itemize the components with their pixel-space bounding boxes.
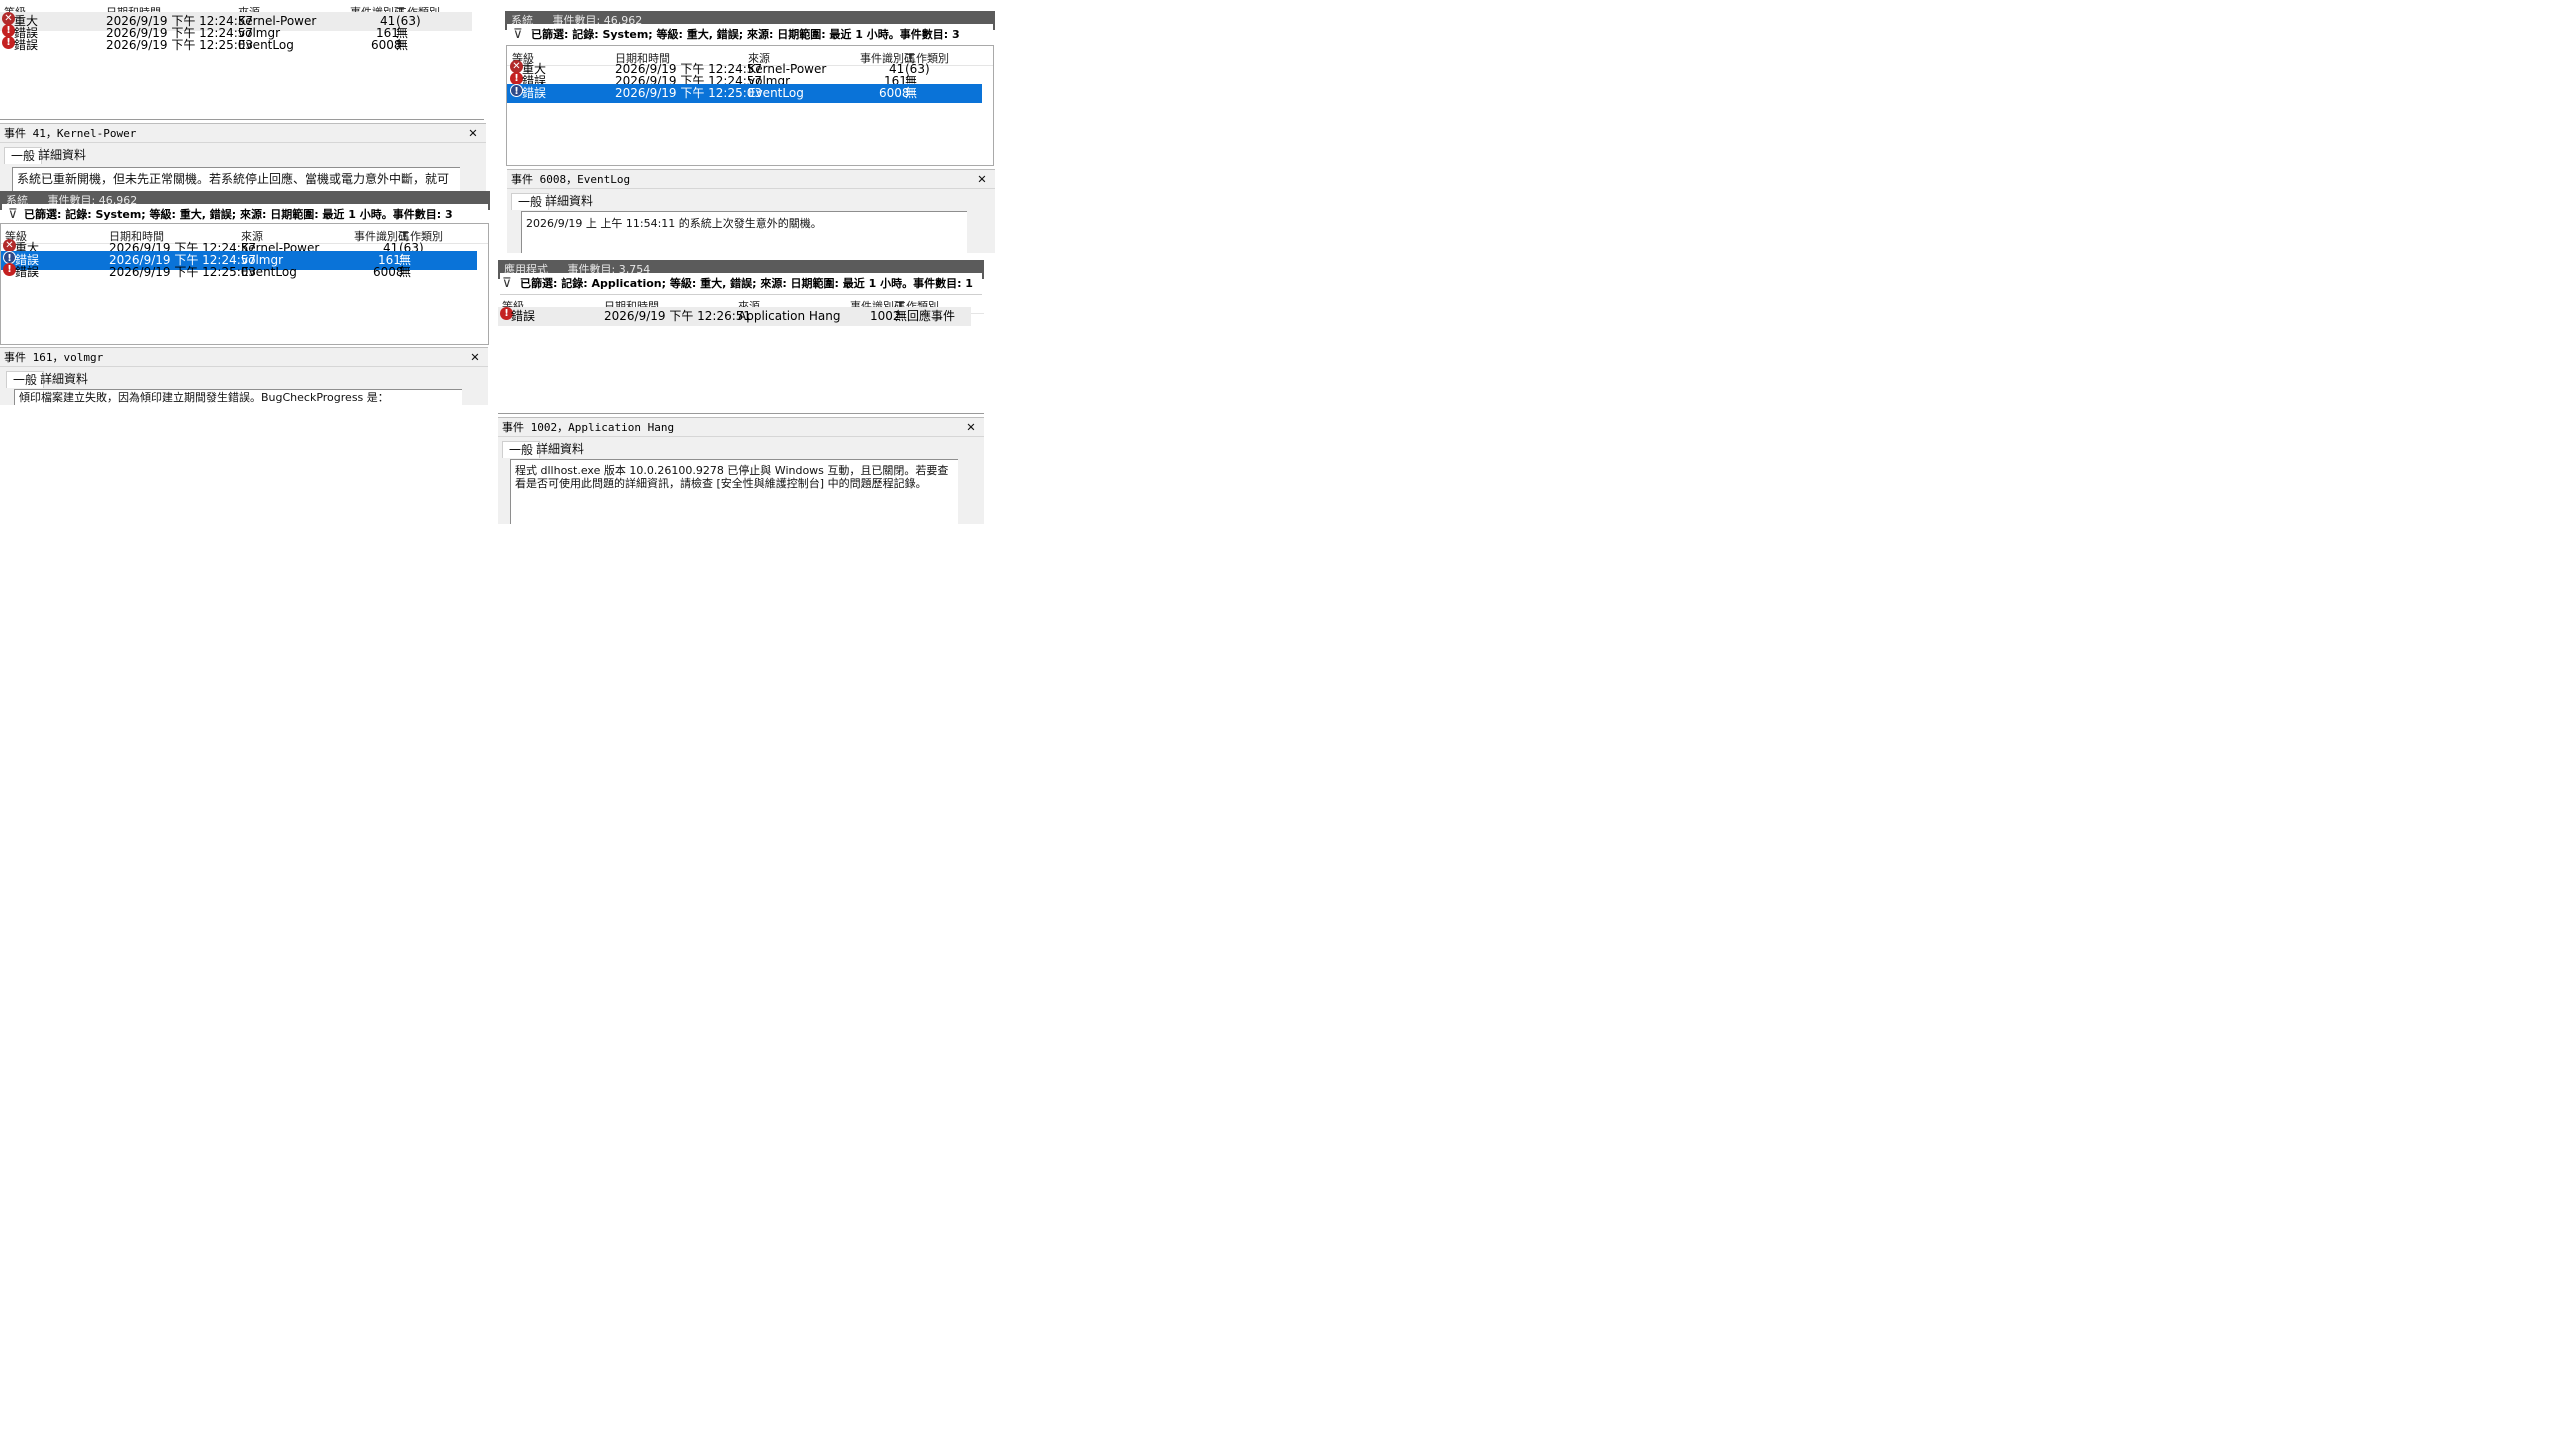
tab-general[interactable]: 一般 [511,193,550,210]
close-icon[interactable]: ✕ [973,170,991,188]
tab-general[interactable]: 一般 [502,441,541,458]
detail-tabs: 一般 詳細資料 [507,189,995,213]
detail-tabs: 一般 詳細資料 [0,367,488,391]
system-log-panel-b: 系統 事件數目: 46,962 ⊽ 已篩選: 記錄: System; 等級: 重… [0,191,490,346]
cell-task: 無回應事件 [895,309,956,323]
event-description[interactable]: 傾印檔案建立失敗，因為傾印建立期間發生錯誤。BugCheckProgress 是… [14,389,462,405]
detail-tabs: 一般 詳細資料 [498,437,984,461]
table-row[interactable]: ! 錯誤 2026/9/19 下午 12:25:03 EventLog 6008… [1,263,477,282]
table-row[interactable]: ! 錯誤 2026/9/19 下午 12:25:03 EventLog 6008… [0,36,472,55]
cell-datetime: 2026/9/19 下午 12:25:03 [615,86,763,100]
table-row[interactable]: ! 錯誤 2026/9/19 下午 12:26:51 Application H… [498,307,971,326]
table-row-selected[interactable]: ! 錯誤 2026/9/19 下午 12:25:03 EventLog 6008… [507,84,982,103]
detail-title: 事件 161，volmgr [4,351,104,364]
detail-tabs: 一般 詳細資料 [0,143,486,167]
divider [0,119,484,120]
filter-icon: ⊽ [502,276,512,291]
detail-title-bar: 事件 1002，Application Hang ✕ [498,417,984,437]
cell-task: 無 [396,38,409,52]
detail-title-bar: 事件 41，Kernel-Power ✕ [0,123,486,143]
cell-task: 無 [399,265,412,279]
event-detail-panel-41: 事件 41，Kernel-Power ✕ 一般 詳細資料 系統已重新開機，但未先… [0,123,486,191]
cell-level: 錯誤 [522,86,547,100]
filter-bar: ⊽ 已篩選: 記錄: System; 等級: 重大, 錯誤; 來源: 日期範圍:… [507,24,993,46]
tab-details[interactable]: 詳細資料 [38,147,86,163]
cell-level: 錯誤 [511,309,536,323]
detail-body: 2026/9/19 上 上午 11:54:11 的系統上次發生意外的關機。 [507,211,995,253]
close-icon[interactable]: ✕ [466,348,484,366]
tab-details[interactable]: 詳細資料 [40,371,88,387]
cell-level: 錯誤 [15,265,40,279]
detail-title: 事件 41，Kernel-Power [4,127,137,140]
cell-level: 錯誤 [14,38,39,52]
filter-text: 已篩選: 記錄: System; 等級: 重大, 錯誤; 來源: 日期範圍: 最… [531,28,960,41]
event-list[interactable]: 等級 日期和時間 來源 事件識別碼 工作類別 ✕ 重大 2026/9/19 下午… [506,45,994,166]
detail-title-bar: 事件 6008，EventLog ✕ [507,169,995,189]
cell-datetime: 2026/9/19 下午 12:25:03 [106,38,254,52]
event-list-panel-a: 等級 日期和時間 來源 事件識別碼 工作類別 ✕ 重大 2026/9/19 下午… [0,0,472,120]
cell-source: Application Hang [738,309,841,323]
application-log-panel: 應用程式 事件數目: 3,754 ⊽ 已篩選: 記錄: Application;… [498,260,984,414]
event-detail-panel-6008: 事件 6008，EventLog ✕ 一般 詳細資料 2026/9/19 上 上… [507,169,995,253]
detail-title: 事件 1002，Application Hang [502,421,675,434]
divider [498,413,984,414]
close-icon[interactable]: ✕ [962,418,980,436]
detail-title-bar: 事件 161，volmgr ✕ [0,347,488,367]
tab-details[interactable]: 詳細資料 [536,441,584,457]
cell-source: EventLog [241,265,297,279]
cell-source: EventLog [748,86,804,100]
detail-title: 事件 6008，EventLog [511,173,631,186]
event-description[interactable]: 程式 dllhost.exe 版本 10.0.26100.9278 已停止與 W… [510,459,958,524]
filter-text: 已篩選: 記錄: Application; 等級: 重大, 錯誤; 來源: 日期… [520,277,973,290]
cell-source: EventLog [238,38,294,52]
tab-general[interactable]: 一般 [4,147,43,164]
detail-body: 程式 dllhost.exe 版本 10.0.26100.9278 已停止與 W… [498,459,984,524]
cell-task: 無 [905,86,918,100]
tab-details[interactable]: 詳細資料 [545,193,593,209]
detail-body: 系統已重新開機，但未先正常關機。若系統停止回應、當機或電力意外中斷，就可能會造成… [0,167,486,191]
event-list[interactable]: 等級 日期和時間 來源 事件識別碼 工作類別 ✕ 重大 2026/9/19 下午… [0,223,489,345]
filter-bar: ⊽ 已篩選: 記錄: Application; 等級: 重大, 錯誤; 來源: … [500,273,982,295]
filter-icon: ⊽ [513,27,523,42]
event-detail-panel-161: 事件 161，volmgr ✕ 一般 詳細資料 傾印檔案建立失敗，因為傾印建立期… [0,347,488,405]
event-description[interactable]: 系統已重新開機，但未先正常關機。若系統停止回應、當機或電力意外中斷，就可能會造成… [12,167,460,191]
event-detail-panel-1002: 事件 1002，Application Hang ✕ 一般 詳細資料 程式 dl… [498,417,984,524]
cell-datetime: 2026/9/19 下午 12:25:03 [109,265,257,279]
system-log-panel-c: 系統 事件數目: 46,962 ⊽ 已篩選: 記錄: System; 等級: 重… [505,11,995,167]
event-description[interactable]: 2026/9/19 上 上午 11:54:11 的系統上次發生意外的關機。 [521,211,967,253]
filter-icon: ⊽ [8,207,18,222]
detail-body: 傾印檔案建立失敗，因為傾印建立期間發生錯誤。BugCheckProgress 是… [0,389,488,405]
close-icon[interactable]: ✕ [464,124,482,142]
cell-datetime: 2026/9/19 下午 12:26:51 [604,309,752,323]
tab-general[interactable]: 一般 [6,371,45,388]
